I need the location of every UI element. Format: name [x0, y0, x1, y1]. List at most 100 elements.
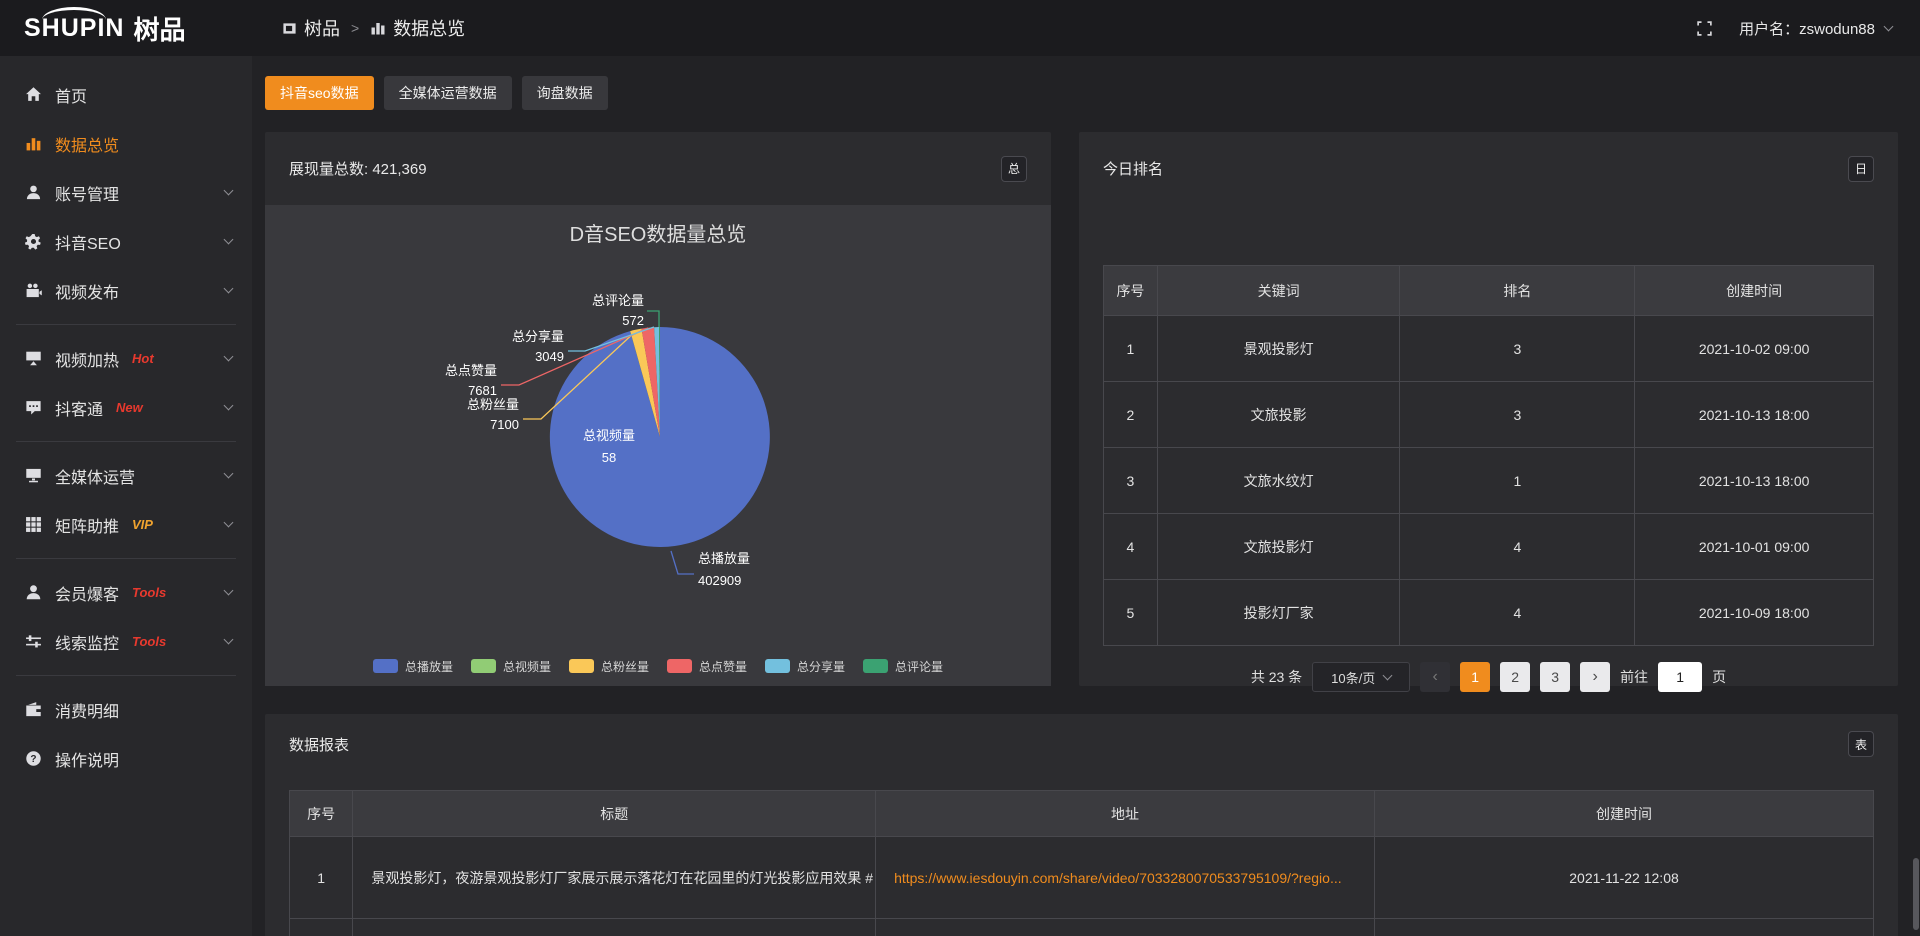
sidebar-item-抖客通[interactable]: 抖客通New	[0, 383, 252, 432]
tab-全媒体运营数据[interactable]: 全媒体运营数据	[384, 76, 512, 110]
chevron-down-icon	[224, 235, 234, 245]
logo-text-en: SHUPIN	[24, 16, 124, 41]
top-panels-row: 展现量总数: 421,369 总 D音SEO数据量总览总播放量402909总视频…	[265, 132, 1898, 686]
table-cell	[876, 919, 1375, 936]
sidebar-item-label: 全媒体运营	[55, 464, 135, 488]
table-header-row: 序号标题地址创建时间	[290, 791, 1874, 837]
user-menu[interactable]: 用户名：zswodun88	[1739, 18, 1892, 39]
sidebar-item-label: 视频发布	[55, 279, 119, 303]
overview-panel-header: 展现量总数: 421,369 总	[265, 132, 1051, 205]
report-panel: 数据报表 表 序号标题地址创建时间1景观投影灯，夜游景观投影灯厂家展示展示落花灯…	[265, 714, 1898, 936]
page-button-3[interactable]: 3	[1540, 662, 1570, 692]
app-logo: SHUPIN 树品	[0, 10, 252, 47]
page-size-value: 10条/页	[1331, 668, 1375, 687]
overview-corner-button[interactable]: 总	[1001, 156, 1027, 182]
sidebar-item-线索监控[interactable]: 线索监控Tools	[0, 617, 252, 666]
sidebar-item-消费明细[interactable]: 消费明细	[0, 685, 252, 734]
pie-label-总分享量: 3049	[535, 349, 564, 364]
legend-swatch	[471, 659, 496, 673]
legend-item-总分享量[interactable]: 总分享量	[765, 658, 845, 675]
column-header-地址: 地址	[876, 791, 1375, 837]
bar-chart-icon	[25, 135, 42, 152]
ranking-corner-button[interactable]: 日	[1848, 156, 1874, 182]
sidebar-item-操作说明[interactable]: ?操作说明	[0, 734, 252, 783]
column-header-标题: 标题	[353, 791, 876, 837]
sidebar-item-会员爆客[interactable]: 会员爆客Tools	[0, 568, 252, 617]
legend-item-总点赞量[interactable]: 总点赞量	[667, 658, 747, 675]
legend-label: 总分享量	[797, 658, 845, 675]
legend-item-总粉丝量[interactable]: 总粉丝量	[569, 658, 649, 675]
breadcrumb-current-label: 数据总览	[393, 15, 465, 41]
user-icon	[25, 184, 42, 201]
sidebar-item-数据总览[interactable]: 数据总览	[0, 119, 252, 168]
prev-page-button[interactable]: ‹	[1420, 662, 1450, 692]
breadcrumb-current[interactable]: 数据总览	[370, 15, 465, 41]
chevron-down-icon	[1383, 670, 1393, 680]
home-icon	[25, 86, 42, 103]
ranking-panel-title: 今日排名	[1103, 158, 1163, 179]
page-button-2[interactable]: 2	[1500, 662, 1530, 692]
next-page-button[interactable]: ›	[1580, 662, 1610, 692]
sidebar-item-抖音SEO[interactable]: 抖音SEO	[0, 217, 252, 266]
table-cell: 4	[1400, 580, 1635, 646]
column-header-关键词: 关键词	[1157, 266, 1400, 316]
sidebar-item-label: 消费明细	[55, 698, 119, 722]
sidebar: 首页数据总览账号管理抖音SEO 视频发布视频加热Hot抖客通New 全媒体运营矩阵助…	[0, 56, 252, 936]
table-row: 3文旅水纹灯12021-10-13 18:00	[1104, 448, 1874, 514]
table-cell: 景观投影灯，夜游景观投影灯厂家展示展示落花灯在花园里的灯光投影应用效果 #	[353, 837, 876, 919]
sidebar-item-首页[interactable]: 首页	[0, 70, 252, 119]
table-cell: 3	[1400, 316, 1635, 382]
page-size-select[interactable]: 10条/页	[1312, 662, 1410, 692]
ranking-table: 序号关键词排名创建时间1景观投影灯32021-10-02 09:002文旅投影3…	[1103, 265, 1874, 646]
report-corner-button[interactable]: 表	[1848, 731, 1874, 757]
pie-label-总评论量: 572	[622, 313, 644, 328]
legend-label: 总视频量	[503, 658, 551, 675]
chevron-down-icon	[224, 469, 234, 479]
sidebar-item-全媒体运营[interactable]: 全媒体运营	[0, 451, 252, 500]
table-cell: 文旅水纹灯	[1157, 448, 1400, 514]
pagination: 共 23 条10条/页‹123›前往页	[1103, 662, 1874, 692]
chevron-down-icon	[224, 635, 234, 645]
tab-抖音seo数据[interactable]: 抖音seo数据	[265, 76, 374, 110]
sidebar-badge-New: New	[116, 400, 143, 415]
tab-bar: 抖音seo数据全媒体运营数据询盘数据	[265, 76, 1898, 110]
page-button-1[interactable]: 1	[1460, 662, 1490, 692]
sidebar-item-label: 数据总览	[55, 132, 119, 156]
video-camera-icon	[25, 282, 42, 299]
sidebar-item-矩阵助推[interactable]: 矩阵助推VIP	[0, 500, 252, 549]
sidebar-item-视频加热[interactable]: 视频加热Hot	[0, 334, 252, 383]
table-cell: 文旅投影	[1157, 382, 1400, 448]
sidebar-item-视频发布[interactable]: 视频发布	[0, 266, 252, 315]
sidebar-item-账号管理[interactable]: 账号管理	[0, 168, 252, 217]
table-cell: 1	[1104, 316, 1158, 382]
breadcrumb-root[interactable]: 树品	[282, 15, 340, 41]
report-panel-header: 数据报表 表	[265, 714, 1898, 774]
video-link[interactable]: https://www.iesdouyin.com/share/video/70…	[894, 870, 1342, 886]
chart-legend: 总播放量 总视频量 总粉丝量 总点赞量 总分享量 总评论量	[373, 646, 943, 686]
logo-text-cn: 树品	[133, 10, 185, 47]
chevron-down-icon	[224, 401, 234, 411]
sidebar-item-label: 抖音SEO	[55, 230, 121, 254]
legend-item-总播放量[interactable]: 总播放量	[373, 658, 453, 675]
fullscreen-icon[interactable]	[1696, 20, 1713, 37]
legend-swatch	[863, 659, 888, 673]
scrollbar-thumb[interactable]	[1913, 858, 1919, 930]
pagination-total: 共 23 条	[1251, 667, 1302, 687]
sidebar-item-label: 视频加热	[55, 347, 119, 371]
tab-询盘数据[interactable]: 询盘数据	[522, 76, 608, 110]
table-row: 4文旅投影灯42021-10-01 09:00	[1104, 514, 1874, 580]
report-panel-title: 数据报表	[289, 734, 349, 755]
sidebar-divider	[16, 675, 236, 676]
chevron-down-icon	[224, 186, 234, 196]
wallet-icon	[25, 701, 42, 718]
screen-icon	[25, 350, 42, 367]
table-header-row: 序号关键词排名创建时间	[1104, 266, 1874, 316]
label-line-总评论量	[647, 311, 659, 327]
legend-item-总视频量[interactable]: 总视频量	[471, 658, 551, 675]
top-header: SHUPIN 树品 树品 > 数据总览 用户名：zswodun88	[0, 0, 1920, 56]
gear-icon	[25, 233, 42, 250]
grid-icon	[25, 516, 42, 533]
goto-page-input[interactable]	[1658, 662, 1702, 692]
legend-item-总评论量[interactable]: 总评论量	[863, 658, 943, 675]
pie-label-总点赞量: 7681	[468, 383, 497, 398]
